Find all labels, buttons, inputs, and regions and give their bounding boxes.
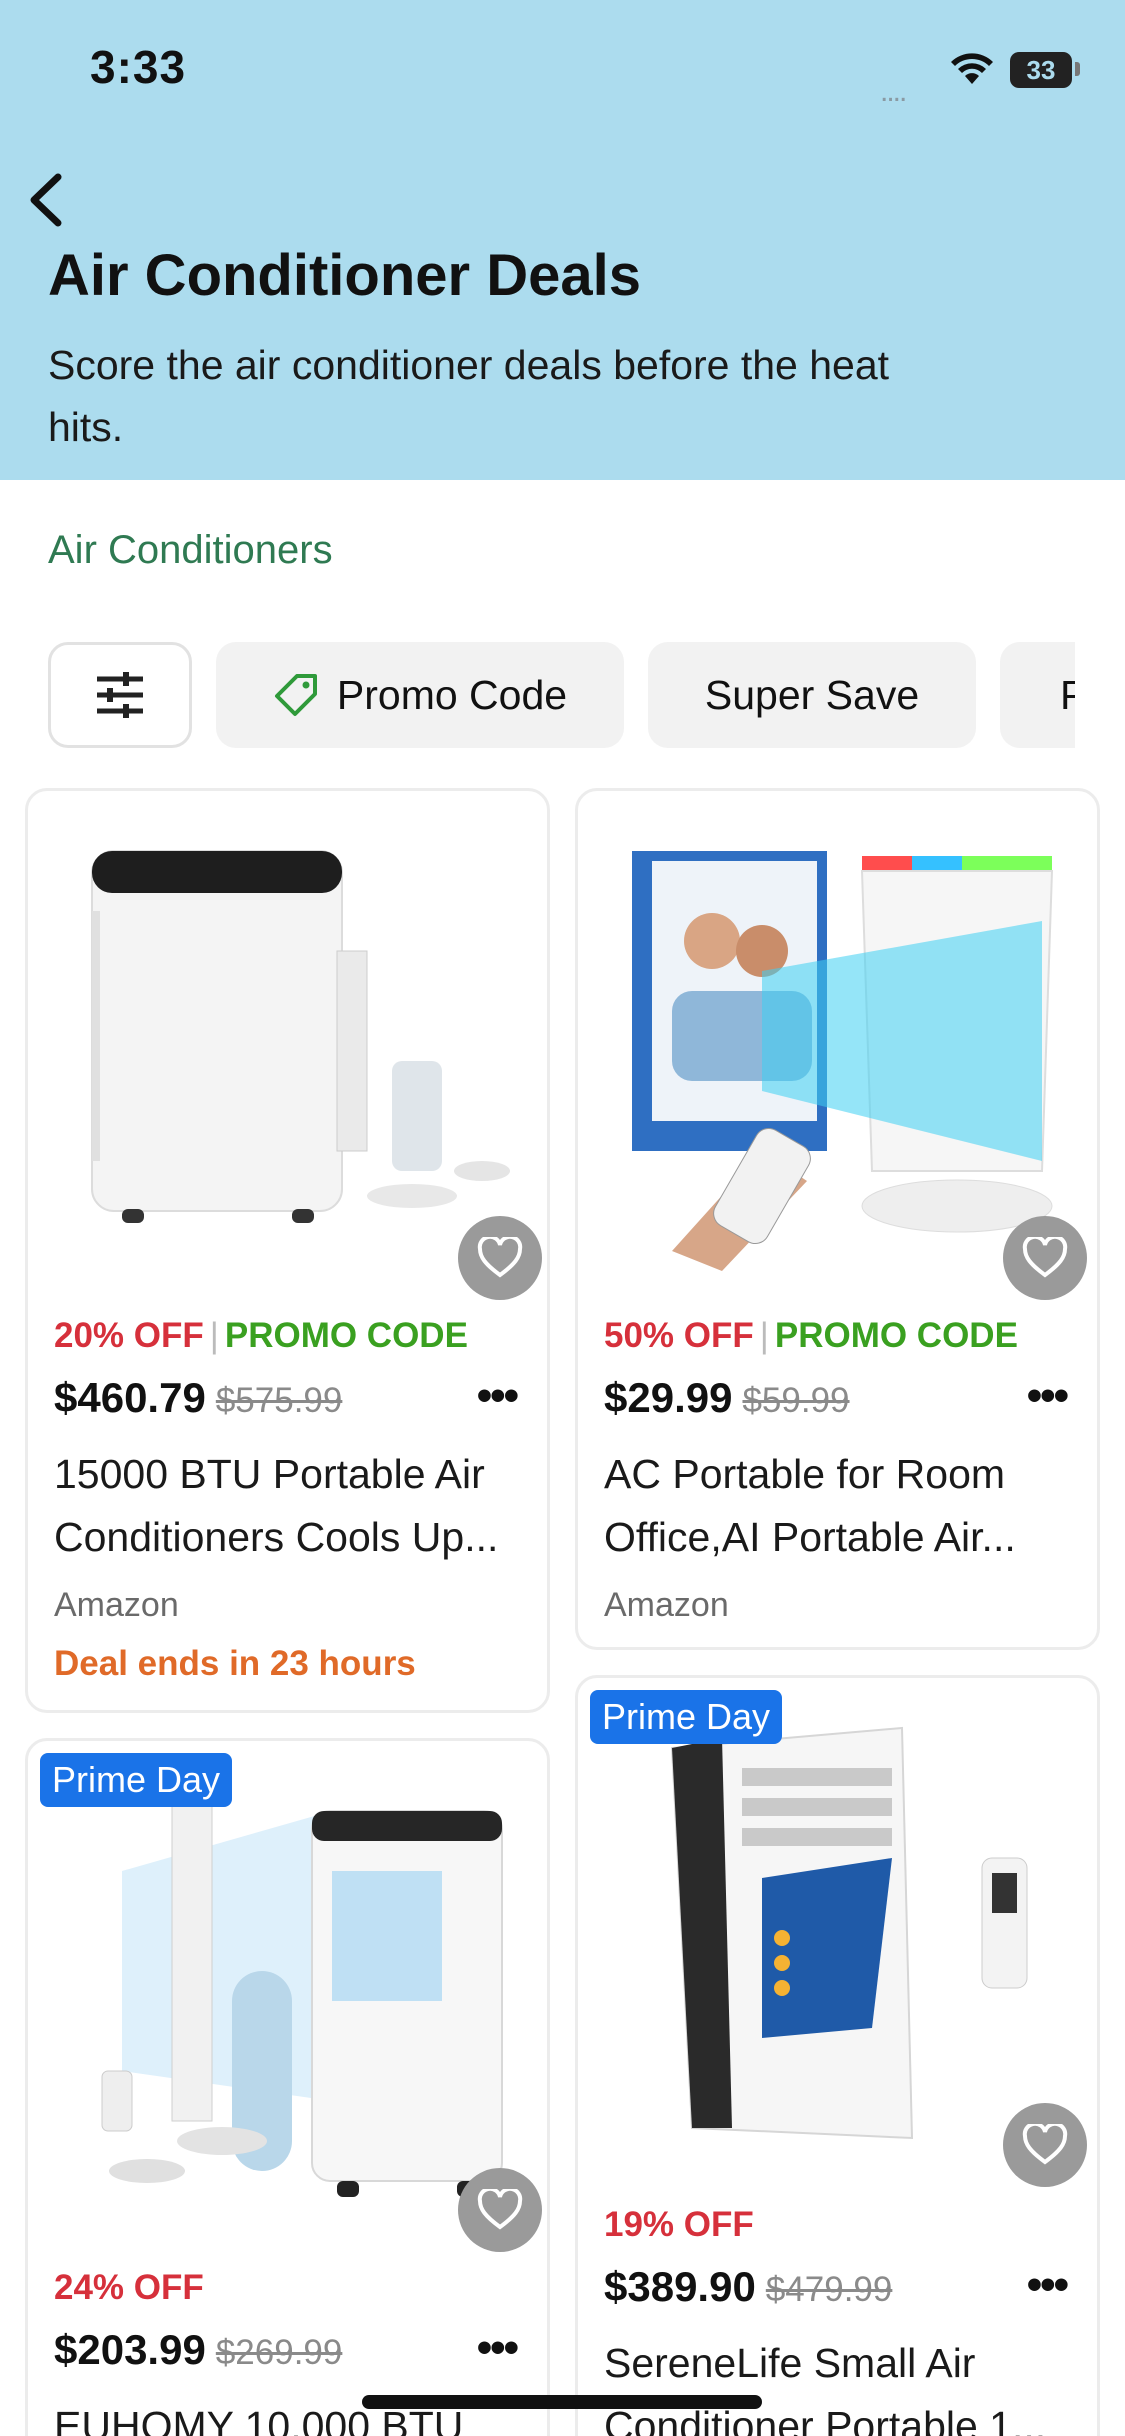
wifi-icon — [951, 53, 993, 84]
chip-promo-code[interactable]: Promo Code — [216, 642, 624, 748]
product-card[interactable]: Prime Day 24% OFF $203.99 $269.99 ••• EUH… — [25, 1738, 550, 2436]
heart-icon — [1022, 2124, 1068, 2165]
promo-code-label: PROMO CODE — [224, 1316, 468, 1355]
status-bar: 3:33 .... 33 — [0, 0, 1125, 140]
tag-icon — [274, 674, 317, 716]
discount-percent: 20% OFF — [54, 1316, 204, 1355]
discount-percent: 24% OFF — [54, 2268, 204, 2307]
current-price: $203.99 — [54, 2326, 206, 2373]
product-title: 15000 BTU Portable Air Conditioners Cool… — [54, 1451, 499, 1560]
section-title[interactable]: Air Conditioners — [48, 528, 333, 573]
favorite-heart-button[interactable] — [1003, 2103, 1087, 2187]
filter-chip-row: Promo Code Super Save P — [0, 640, 1125, 750]
battery-icon: 33 — [1010, 52, 1072, 88]
prime-day-badge: Prime Day — [40, 1753, 233, 1807]
favorite-heart-button[interactable] — [458, 2168, 542, 2252]
heart-icon — [1022, 1237, 1068, 1278]
page-title: Air Conditioner Deals — [48, 243, 641, 308]
home-indicator[interactable] — [362, 2395, 762, 2409]
price: $29.99 $59.99 — [604, 1374, 850, 1422]
original-price: $575.99 — [215, 1381, 343, 1420]
euhomy-ac-image — [62, 1771, 519, 2211]
chip-label: Promo Code — [336, 671, 568, 718]
deal-countdown: Deal ends in 23 hours — [54, 1644, 416, 1683]
heart-icon — [477, 2189, 523, 2230]
discount-percent: 50% OFF — [604, 1316, 754, 1355]
chip-super-save[interactable]: Super Save — [648, 642, 976, 748]
more-options-icon[interactable]: ••• — [1027, 1371, 1069, 1421]
divider: | — [759, 1316, 769, 1355]
battery-tip — [1075, 62, 1080, 76]
product-title: AC Portable for Room Office,AI Portable … — [604, 1451, 1016, 1560]
favorite-heart-button[interactable] — [1003, 1216, 1087, 1300]
discount-label: 50% OFF | PROMO CODE — [604, 1316, 1018, 1356]
original-price: $269.99 — [215, 2333, 343, 2372]
current-price: $389.90 — [604, 2263, 756, 2310]
sliders-icon — [97, 672, 143, 718]
store-name: Amazon — [604, 1586, 729, 1624]
price: $203.99 $269.99 — [54, 2326, 342, 2374]
favorite-heart-button[interactable] — [458, 1216, 542, 1300]
chip-label: Super Save — [704, 671, 920, 718]
heart-icon — [477, 1237, 523, 1278]
product-card[interactable]: 50% OFF | PROMO CODE $29.99 $59.99 ••• AC P… — [575, 788, 1100, 1650]
more-options-icon[interactable]: ••• — [477, 1371, 519, 1421]
serenelife-ac-image — [612, 1708, 1069, 2148]
more-options-icon[interactable]: ••• — [1027, 2260, 1069, 2310]
cellular-signal-icon: .... — [880, 75, 907, 108]
more-options-icon[interactable]: ••• — [477, 2323, 519, 2373]
chip-row-edge — [1075, 640, 1125, 750]
discount-percent: 19% OFF — [604, 2205, 754, 2244]
status-time: 3:33 — [90, 41, 187, 93]
air-cooler-rgb-image — [612, 831, 1069, 1271]
product-card[interactable]: 20% OFF | PROMO CODE $460.79 $575.99 ••• 15… — [25, 788, 550, 1713]
divider: | — [209, 1316, 219, 1355]
prime-day-badge: Prime Day — [590, 1690, 783, 1744]
page-subtitle: Score the air conditioner deals before t… — [48, 342, 890, 450]
portable-ac-white-image — [62, 831, 519, 1271]
discount-label: 19% OFF — [604, 2205, 754, 2245]
current-price: $29.99 — [604, 1374, 733, 1421]
discount-label: 24% OFF — [54, 2268, 204, 2308]
current-price: $460.79 — [54, 1374, 206, 1421]
price: $389.90 $479.99 — [604, 2263, 892, 2311]
original-price: $59.99 — [742, 1381, 850, 1420]
price: $460.79 $575.99 — [54, 1374, 342, 1422]
product-card[interactable]: Prime Day 19% OFF $389.90 $479.99 ••• Ser… — [575, 1675, 1100, 2436]
page-header: 3:33 .... 33 Air Conditioner Deals Score… — [0, 0, 1125, 480]
store-name: Amazon — [54, 1586, 179, 1624]
promo-code-label: PROMO CODE — [774, 1316, 1018, 1355]
product-title: SereneLife Small Air Conditioner Portabl… — [604, 2340, 1047, 2436]
filter-settings-button[interactable] — [48, 642, 192, 748]
original-price: $479.99 — [765, 2270, 893, 2309]
back-chevron-icon[interactable] — [20, 165, 80, 235]
discount-label: 20% OFF | PROMO CODE — [54, 1316, 468, 1356]
